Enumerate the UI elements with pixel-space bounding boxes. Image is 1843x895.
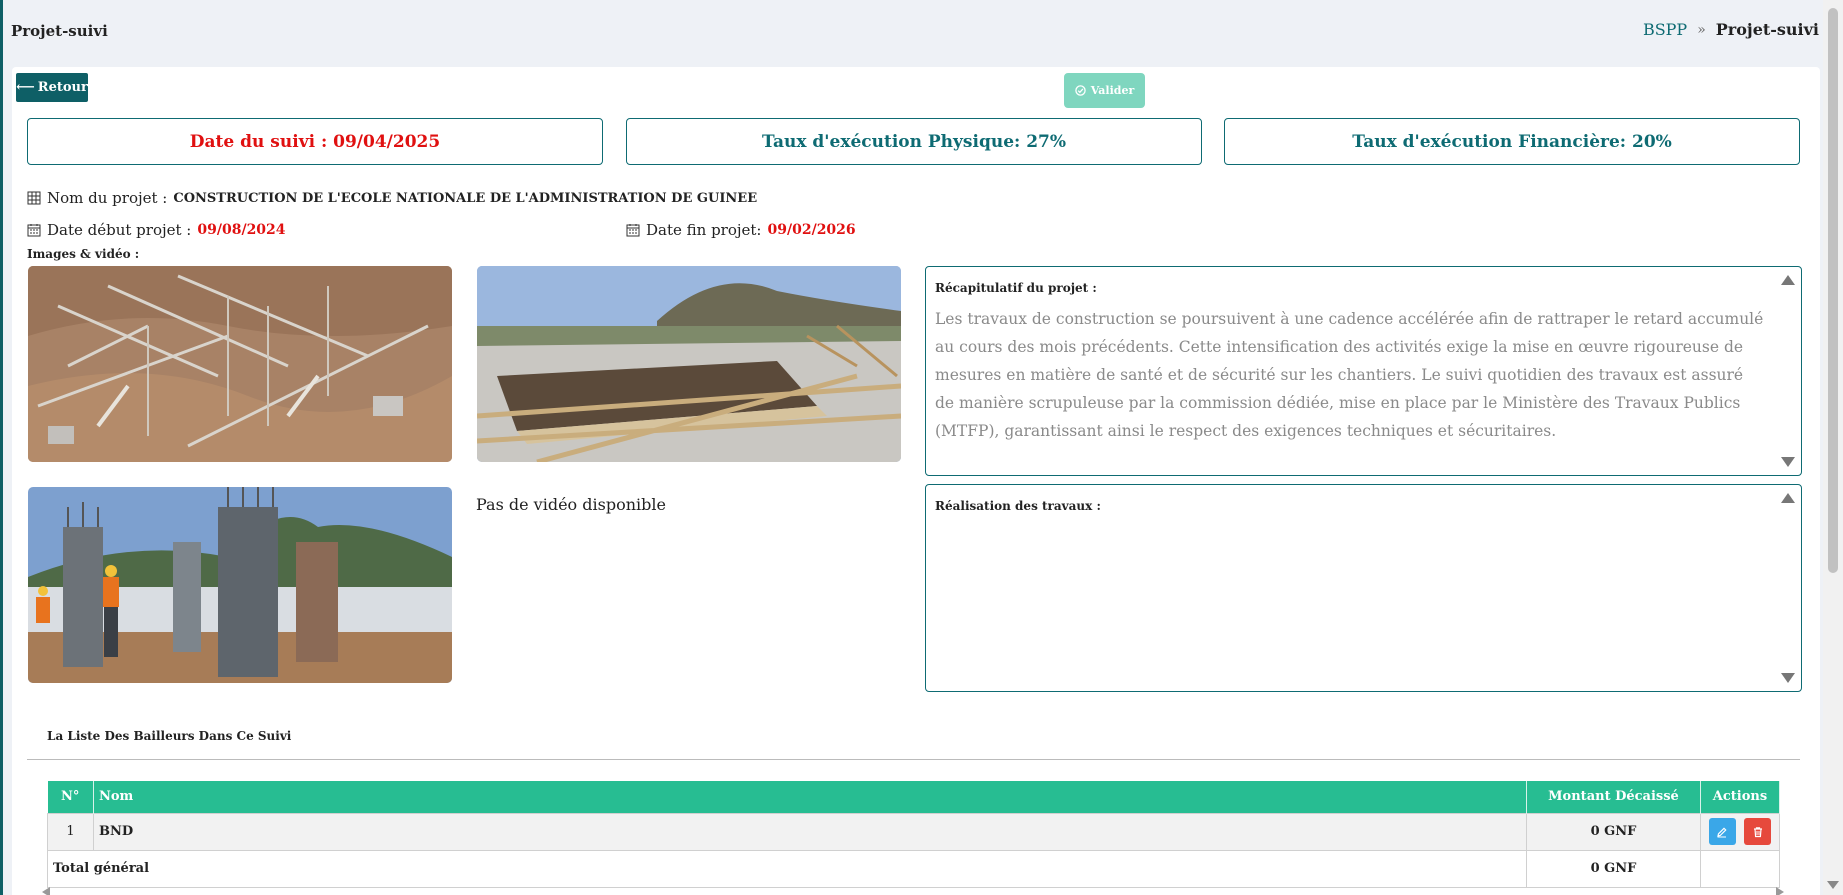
breadcrumb-current: Projet-suivi (1715, 20, 1819, 39)
recap-textarea[interactable]: Récapitulatif du projet : Les travaux de… (925, 266, 1802, 476)
cell-actions (1700, 812, 1780, 851)
grid-icon (27, 191, 41, 205)
breadcrumb: BSPP » Projet-suivi (1643, 20, 1819, 39)
validate-button-label: Valider (1090, 84, 1135, 97)
trash-icon (1753, 826, 1762, 837)
total-value: 0 GNF (1526, 849, 1701, 888)
back-button-label: Retour (37, 80, 88, 95)
scroll-down-icon[interactable] (1781, 673, 1795, 683)
page-title: Projet-suivi (11, 22, 108, 40)
recap-title: Récapitulatif du projet : (935, 281, 1097, 295)
date-suivi-text: Date du suivi : 09/04/2025 (189, 131, 441, 152)
section-divider (27, 759, 1800, 760)
recap-body: Les travaux de construction se poursuive… (935, 310, 1764, 440)
col-header-montant: Montant Décaissé (1526, 781, 1701, 813)
scroll-down-icon[interactable] (1781, 457, 1795, 467)
project-name-label: Nom du projet : (47, 189, 168, 207)
realisation-textarea[interactable]: Réalisation des travaux : (925, 484, 1802, 692)
taux-physique-box: Taux d'exécution Physique: 27% (626, 118, 1202, 165)
col-header-num: N° (47, 781, 94, 813)
realisation-title: Réalisation des travaux : (935, 499, 1101, 513)
table-header-row: N° Nom Montant Décaissé Actions (47, 781, 1780, 813)
back-button[interactable]: ⟵ Retour (16, 73, 88, 102)
taux-financier-box: Taux d'exécution Financière: 20% (1224, 118, 1800, 165)
col-header-nom: Nom (93, 781, 1527, 813)
page-scrollbar[interactable] (1823, 0, 1843, 895)
validate-button[interactable]: Valider (1064, 73, 1145, 108)
scroll-up-icon[interactable] (1781, 493, 1795, 503)
no-video-text: Pas de vidéo disponible (476, 495, 666, 514)
breadcrumb-link-bspp[interactable]: BSPP (1643, 20, 1687, 39)
project-photo-2[interactable] (477, 266, 901, 462)
left-accent-strip (0, 0, 3, 895)
taux-physique-text: Taux d'exécution Physique: 27% (761, 131, 1067, 152)
project-start-line: Date début projet : 09/08/2024 (27, 221, 286, 239)
project-name-line: Nom du projet : CONSTRUCTION DE L'ECOLE … (27, 189, 757, 207)
arrow-left-icon: ⟵ (16, 80, 35, 95)
cell-nom: BND (93, 812, 1527, 851)
project-start-value: 09/08/2024 (197, 222, 286, 238)
bailleurs-table: N° Nom Montant Décaissé Actions 1 BND 0 … (47, 781, 1780, 888)
pencil-icon (1717, 826, 1727, 837)
table-total-row: Total général 0 GNF (47, 849, 1780, 888)
project-start-label: Date début projet : (47, 221, 192, 239)
scrollbar-thumb[interactable] (1828, 8, 1838, 573)
date-suivi-box: Date du suivi : 09/04/2025 (27, 118, 603, 165)
top-bar: Projet-suivi BSPP » Projet-suivi (3, 0, 1823, 64)
project-end-value: 09/02/2026 (767, 222, 856, 238)
project-photo-1[interactable] (28, 266, 452, 462)
calendar-icon (626, 224, 640, 237)
taux-financier-text: Taux d'exécution Financière: 20% (1352, 131, 1672, 152)
cell-montant: 0 GNF (1526, 812, 1701, 851)
scroll-up-icon[interactable] (1781, 275, 1795, 285)
scroll-left-icon[interactable] (42, 887, 50, 895)
project-end-label: Date fin projet: (646, 221, 762, 239)
delete-button[interactable] (1744, 818, 1772, 845)
project-end-line: Date fin projet: 09/02/2026 (626, 221, 856, 239)
calendar-icon (27, 224, 41, 237)
project-photo-3[interactable] (28, 487, 452, 683)
check-circle-icon (1075, 85, 1086, 96)
scroll-right-icon[interactable] (1776, 887, 1784, 895)
media-label: Images & vidéo : (27, 247, 140, 261)
cell-num: 1 (47, 812, 94, 851)
scroll-down-icon[interactable] (1827, 881, 1839, 889)
edit-button[interactable] (1708, 818, 1736, 845)
bailleurs-section-title: La Liste Des Bailleurs Dans Ce Suivi (47, 729, 292, 743)
total-actions-empty (1700, 849, 1780, 888)
col-header-actions: Actions (1700, 781, 1780, 813)
total-label: Total général (47, 849, 1527, 888)
project-name-value: CONSTRUCTION DE L'ECOLE NATIONALE DE L'A… (173, 190, 758, 206)
table-row: 1 BND 0 GNF (47, 812, 1780, 851)
breadcrumb-separator: » (1697, 21, 1706, 38)
